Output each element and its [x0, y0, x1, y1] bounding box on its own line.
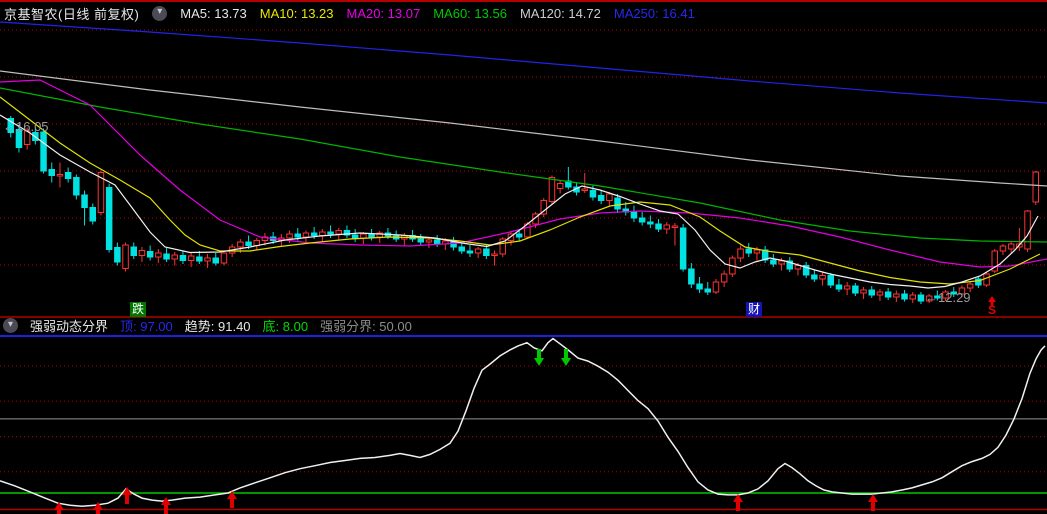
app-window: S 京基智农(日线 前复权) ▾ MA5: 13.73 MA10: 13.23 … — [0, 0, 1047, 514]
chevron-glyph: ▾ — [157, 6, 163, 17]
indicator-trend-value: 趋势: 91.40 — [184, 319, 251, 334]
chart-canvas[interactable]: S — [0, 0, 1047, 514]
indicator-name: 强弱动态分界 — [30, 319, 109, 334]
chevron-down-icon[interactable]: ▾ — [3, 318, 18, 333]
low-price-label: ←12.29 — [925, 290, 971, 305]
high-price-label: ←16.05 — [3, 119, 49, 134]
ma5-label: MA5: 13.73 — [180, 5, 247, 21]
ma60-label: MA60: 13.56 — [433, 5, 507, 21]
down-tag: 跌 — [130, 302, 147, 317]
ma120-label: MA120: 14.72 — [519, 5, 601, 21]
ma10-label: MA10: 13.23 — [259, 5, 334, 21]
main-chart-header: 京基智农(日线 前复权) ▾ MA5: 13.73 MA10: 13.23 MA… — [4, 3, 695, 23]
indicator-top-value: 顶: 97.00 — [120, 319, 173, 334]
stock-title: 京基智农(日线 前复权) — [4, 6, 140, 22]
indicator-divider-value: 强弱分界: 50.00 — [320, 319, 412, 334]
chevron-down-icon[interactable]: ▾ — [152, 5, 168, 21]
ma250-label: MA250: 16.41 — [613, 5, 695, 21]
ma20-label: MA20: 13.07 — [346, 5, 421, 21]
indicator-header: ▾ 强弱动态分界 顶: 97.00 趋势: 91.40 底: 8.00 强弱分界… — [3, 318, 412, 334]
indicator-bottom-value: 底: 8.00 — [262, 319, 309, 334]
wealth-tag: 财 — [746, 302, 763, 317]
svg-text:S: S — [988, 303, 996, 317]
chevron-glyph: ▾ — [7, 318, 14, 330]
